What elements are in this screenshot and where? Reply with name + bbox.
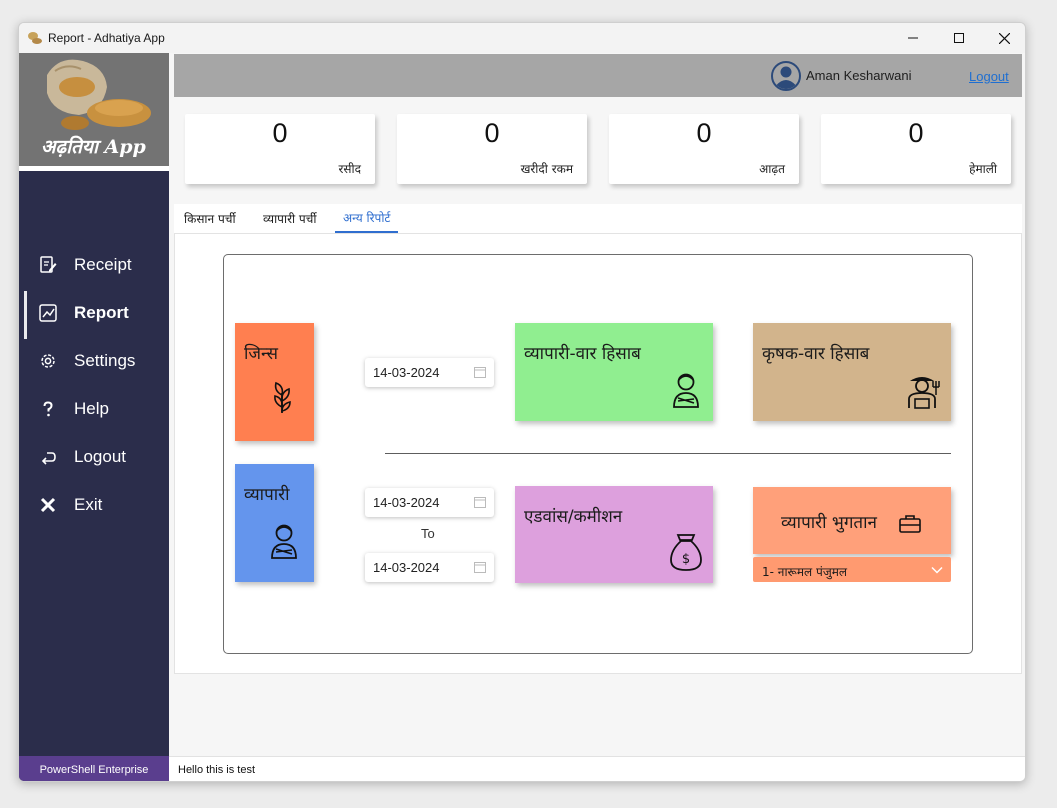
user-avatar-icon — [771, 61, 801, 91]
date-value: 14-03-2024 — [373, 560, 440, 575]
date-value: 14-03-2024 — [373, 365, 440, 380]
report-panel: जिन्स व्यापारी 14-03-2024 14-03-2024 To … — [223, 254, 973, 654]
tile-label: व्यापारी — [244, 485, 290, 505]
close-window-icon — [998, 32, 1010, 44]
date-value: 14-03-2024 — [373, 495, 440, 510]
trader-payment-tile[interactable]: व्यापारी भुगतान — [753, 487, 951, 554]
sidebar: अढ़तिया App Receipt Report Settings Help — [19, 53, 169, 781]
trader-select-value: 1- नारूमल पंजुमल — [762, 565, 848, 579]
stat-card-hamali: 0 हेमाली — [821, 114, 1011, 184]
close-icon — [38, 495, 58, 515]
to-date-input[interactable]: 14-03-2024 — [365, 553, 494, 582]
stat-value: 0 — [696, 118, 712, 148]
tile-label: एडवांस/कमीशन — [524, 507, 623, 527]
close-button[interactable] — [981, 23, 1025, 53]
briefcase-icon — [899, 515, 921, 533]
sidebar-item-report[interactable]: Report — [19, 291, 169, 339]
money-bag-icon: $ — [670, 534, 702, 571]
stat-card-purchase-amount: 0 खरीदी रकम — [397, 114, 587, 184]
stat-value: 0 — [484, 118, 500, 148]
tile-label: जिन्स — [244, 344, 278, 364]
logo-text: अढ़तिया App — [41, 136, 146, 158]
report-date-input[interactable]: 14-03-2024 — [365, 358, 494, 387]
calendar-icon — [474, 562, 486, 573]
trader-person-icon — [271, 524, 297, 559]
jins-tile[interactable]: जिन्स — [235, 323, 314, 441]
window-title: Report - Adhatiya App — [48, 31, 165, 45]
vyapari-tile[interactable]: व्यापारी — [235, 464, 314, 582]
top-bar: Aman Kesharwani Logout — [174, 54, 1022, 97]
gear-icon — [38, 351, 58, 371]
app-logo-icon — [28, 32, 42, 44]
sidebar-footer: PowerShell Enterprise — [19, 756, 169, 781]
trader-wise-report-tile[interactable]: व्यापारी-वार हिसाब — [515, 323, 713, 421]
sidebar-item-logout[interactable]: Logout — [19, 435, 169, 479]
chart-icon — [38, 303, 58, 323]
stat-value: 0 — [908, 118, 924, 148]
tile-label: व्यापारी-वार हिसाब — [524, 344, 641, 364]
stat-value: 0 — [272, 118, 288, 148]
maximize-icon — [954, 33, 964, 43]
tile-label: व्यापारी भुगतान — [781, 513, 877, 533]
farmer-icon — [908, 377, 940, 409]
sidebar-item-label: Exit — [74, 495, 103, 514]
stat-card-commission: 0 आढ़त — [609, 114, 799, 184]
user-name: Aman Kesharwani — [806, 68, 912, 83]
sidebar-item-settings[interactable]: Settings — [19, 339, 169, 383]
sidebar-item-help[interactable]: Help — [19, 387, 169, 431]
sidebar-item-label: Report — [74, 303, 129, 322]
status-message: Hello this is test — [178, 764, 256, 776]
title-bar: Report - Adhatiya App — [19, 23, 1025, 53]
tab-other-reports[interactable]: अन्य रिपोर्ट — [335, 204, 399, 233]
report-content: जिन्स व्यापारी 14-03-2024 14-03-2024 To … — [174, 233, 1022, 674]
chevron-down-icon — [931, 566, 943, 574]
tile-label: कृषक-वार हिसाब — [762, 344, 870, 364]
wheat-sack-icon — [47, 59, 151, 130]
minimize-button[interactable] — [890, 23, 936, 53]
maximize-button[interactable] — [936, 23, 982, 53]
sidebar-item-receipt[interactable]: Receipt — [19, 243, 169, 287]
minimize-icon — [908, 37, 918, 39]
stat-label: हेमाली — [969, 162, 997, 176]
calendar-icon — [474, 497, 486, 508]
app-logo: अढ़तिया App — [19, 53, 169, 171]
tab-farmer-slip[interactable]: किसान पर्ची — [176, 204, 244, 233]
section-divider — [385, 453, 951, 454]
report-tabs: किसान पर्ची व्यापारी पर्ची अन्य रिपोर्ट — [174, 204, 1022, 233]
logout-icon — [38, 447, 58, 467]
svg-text:$: $ — [682, 552, 690, 567]
question-icon — [38, 399, 58, 419]
tab-trader-slip[interactable]: व्यापारी पर्ची — [255, 204, 324, 233]
sidebar-item-label: Help — [74, 399, 109, 418]
sidebar-item-exit[interactable]: Exit — [19, 483, 169, 527]
stat-label: खरीदी रकम — [520, 162, 573, 176]
advance-commission-tile[interactable]: एडवांस/कमीशन $ — [515, 486, 713, 583]
to-label: To — [421, 526, 435, 541]
logout-link[interactable]: Logout — [969, 69, 1009, 84]
trader-select[interactable]: 1- नारूमल पंजुमल — [753, 557, 951, 582]
receipt-icon — [38, 255, 58, 275]
grain-icon — [274, 381, 291, 413]
stat-label: रसीद — [338, 162, 361, 176]
trader-person-icon — [673, 373, 699, 408]
calendar-icon — [474, 367, 486, 378]
stat-card-receipt: 0 रसीद — [185, 114, 375, 184]
sidebar-item-label: Logout — [74, 447, 126, 466]
sidebar-item-label: Receipt — [74, 255, 132, 274]
sidebar-item-label: Settings — [74, 351, 136, 370]
app-window: Report - Adhatiya App अढ़तिया App Receip… — [18, 22, 1026, 782]
farmer-wise-report-tile[interactable]: कृषक-वार हिसाब — [753, 323, 951, 421]
status-bar: Hello this is test — [169, 756, 1025, 781]
stat-label: आढ़त — [759, 162, 785, 176]
from-date-input[interactable]: 14-03-2024 — [365, 488, 494, 517]
